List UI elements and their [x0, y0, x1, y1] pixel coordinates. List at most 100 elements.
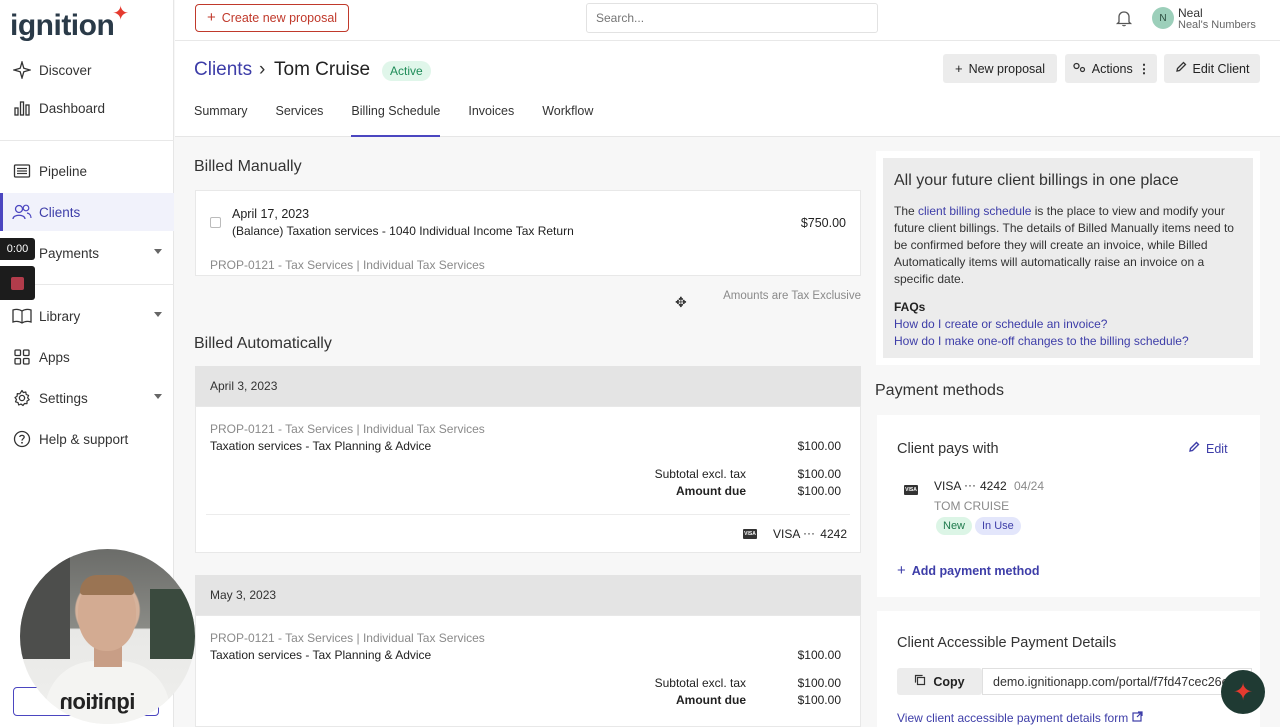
search-input[interactable]: [586, 3, 878, 33]
auto-billing-service-amount: $100.00: [797, 439, 841, 453]
sidebar-item-label: Help & support: [39, 431, 129, 447]
external-link-icon: [1132, 711, 1143, 725]
add-payment-method-button[interactable]: + Add payment method: [897, 562, 1040, 579]
sidebar-item-clients[interactable]: Clients: [0, 193, 174, 231]
auto-billing-proposal[interactable]: PROP-0121 - Tax Services | Individual Ta…: [210, 422, 485, 436]
plus-icon: +: [954, 61, 963, 76]
card-last4: 4242: [980, 479, 1007, 493]
actions-button[interactable]: Actions ⋮: [1065, 54, 1157, 83]
bar-chart-icon: [12, 98, 32, 118]
card-dots: ···: [803, 526, 815, 540]
accessible-details-title: Client Accessible Payment Details: [897, 635, 1117, 651]
subtotal-label: Subtotal excl. tax: [654, 467, 746, 481]
card-brand: VISA: [773, 527, 801, 541]
sidebar-item-label: Dashboard: [39, 100, 106, 116]
edit-client-button[interactable]: Edit Client: [1164, 54, 1260, 83]
manual-billing-checkbox[interactable]: [210, 217, 221, 228]
recording-stop-button[interactable]: [0, 266, 35, 300]
edit-payment-link[interactable]: Edit: [1188, 441, 1228, 456]
chevron-down-icon: [154, 394, 162, 399]
page-title: Tom Cruise: [274, 59, 371, 80]
chevron-down-icon: [154, 249, 162, 254]
breadcrumb-clients-link[interactable]: Clients: [194, 59, 252, 81]
faq-link-create-invoice[interactable]: How do I create or schedule an invoice?: [894, 317, 1107, 331]
copy-icon: [914, 674, 926, 689]
tab-invoices[interactable]: Invoices: [468, 104, 514, 137]
new-proposal-button[interactable]: + New proposal: [943, 54, 1057, 83]
copy-button[interactable]: Copy: [897, 668, 982, 695]
status-badge: Active: [382, 61, 431, 81]
tab-services[interactable]: Services: [275, 104, 323, 137]
manual-billing-card: April 17, 2023 (Balance) Taxation servic…: [195, 190, 861, 276]
portal-url-field[interactable]: demo.ignitionapp.com/portal/f7fd47cec26e: [982, 668, 1252, 695]
chevron-down-icon: [154, 312, 162, 317]
webcam-background: [150, 589, 195, 659]
create-proposal-button[interactable]: + Create new proposal: [195, 4, 349, 32]
card-holder: TOM CRUISE: [934, 499, 1010, 513]
manual-billing-proposal[interactable]: PROP-0121 - Tax Services | Individual Ta…: [210, 258, 485, 272]
grid-icon: [12, 347, 32, 367]
new-proposal-label: New proposal: [968, 61, 1046, 76]
sidebar-item-discover[interactable]: Discover: [0, 51, 174, 89]
auto-billing-proposal[interactable]: PROP-0121 - Tax Services | Individual Ta…: [210, 631, 485, 645]
info-body-pre: The: [894, 204, 919, 218]
avatar[interactable]: N: [1152, 7, 1174, 29]
auto-billing-service: Taxation services - Tax Planning & Advic…: [210, 439, 432, 453]
amount-due-label: Amount due: [676, 693, 746, 707]
pencil-icon: [1188, 441, 1200, 456]
logo-text: ignition: [10, 9, 115, 42]
tab-billing-schedule[interactable]: Billing Schedule: [351, 104, 440, 137]
view-payment-details-link[interactable]: View client accessible payment details f…: [897, 711, 1143, 725]
sparkle-icon: ✦: [1232, 678, 1254, 706]
subtotal-label: Subtotal excl. tax: [654, 676, 746, 690]
visa-card-icon: VISA: [743, 529, 757, 539]
new-badge: New: [936, 517, 973, 535]
manual-billing-amount: $750.00: [800, 216, 846, 230]
bell-icon[interactable]: [1115, 9, 1133, 27]
sidebar-item-dashboard[interactable]: Dashboard: [0, 89, 174, 127]
copy-label: Copy: [933, 674, 965, 689]
auto-billing-service-amount: $100.00: [797, 648, 841, 662]
webcam-shirt-text: ignition: [60, 689, 136, 714]
subtotal-value: $100.00: [797, 676, 841, 690]
sidebar-item-label: Payments: [39, 245, 100, 261]
webcam-hair: [80, 575, 134, 595]
users-icon: [12, 202, 32, 222]
ignition-assistant-button[interactable]: ✦: [1221, 670, 1265, 714]
sidebar-item-library[interactable]: Library: [0, 297, 174, 335]
divider: [206, 514, 850, 515]
sparkle-icon: [12, 60, 32, 80]
sidebar-item-apps[interactable]: Apps: [0, 338, 174, 376]
card-expiry: 04/24: [1014, 479, 1045, 493]
sidebar-item-settings[interactable]: Settings: [0, 379, 174, 417]
visa-card-icon: VISA: [904, 485, 918, 495]
amount-due-value: $100.00: [797, 693, 841, 707]
actions-label: Actions: [1091, 61, 1133, 76]
edit-client-label: Edit Client: [1192, 61, 1250, 76]
webcam-background: [20, 549, 70, 659]
user-org: Neal's Numbers: [1178, 19, 1256, 31]
stop-icon: [11, 276, 24, 290]
tab-summary[interactable]: Summary: [194, 104, 247, 137]
sidebar-item-label: Pipeline: [39, 163, 88, 179]
webcam-overlay[interactable]: ignition: [20, 549, 195, 724]
book-icon: [12, 306, 32, 326]
sidebar-item-pipeline[interactable]: Pipeline: [0, 152, 174, 190]
faq-link-one-off-changes[interactable]: How do I make one-off changes to the bil…: [894, 334, 1189, 348]
top-bar: + Create new proposal N Neal Neal's Numb…: [175, 0, 1280, 41]
card-brand: VISA: [934, 479, 962, 493]
auto-billing-card: PROP-0121 - Tax Services | Individual Ta…: [195, 615, 861, 727]
info-panel-body: The client billing schedule is the place…: [894, 203, 1246, 288]
billed-automatically-title: Billed Automatically: [194, 335, 332, 352]
client-billing-schedule-link[interactable]: client billing schedule: [918, 204, 1031, 218]
ignition-logo[interactable]: ignition ✦: [10, 4, 129, 44]
user-name[interactable]: Neal: [1178, 6, 1203, 20]
amount-due-label: Amount due: [676, 484, 746, 498]
recording-timer: 0:00: [0, 238, 35, 260]
sidebar-item-help[interactable]: Help & support: [0, 420, 174, 458]
in-use-badge: In Use: [975, 517, 1021, 535]
create-proposal-label: Create new proposal: [221, 11, 338, 25]
tab-workflow[interactable]: Workflow: [542, 104, 593, 137]
sidebar-item-label: Settings: [39, 390, 88, 406]
breadcrumb-separator: ›: [259, 59, 266, 80]
